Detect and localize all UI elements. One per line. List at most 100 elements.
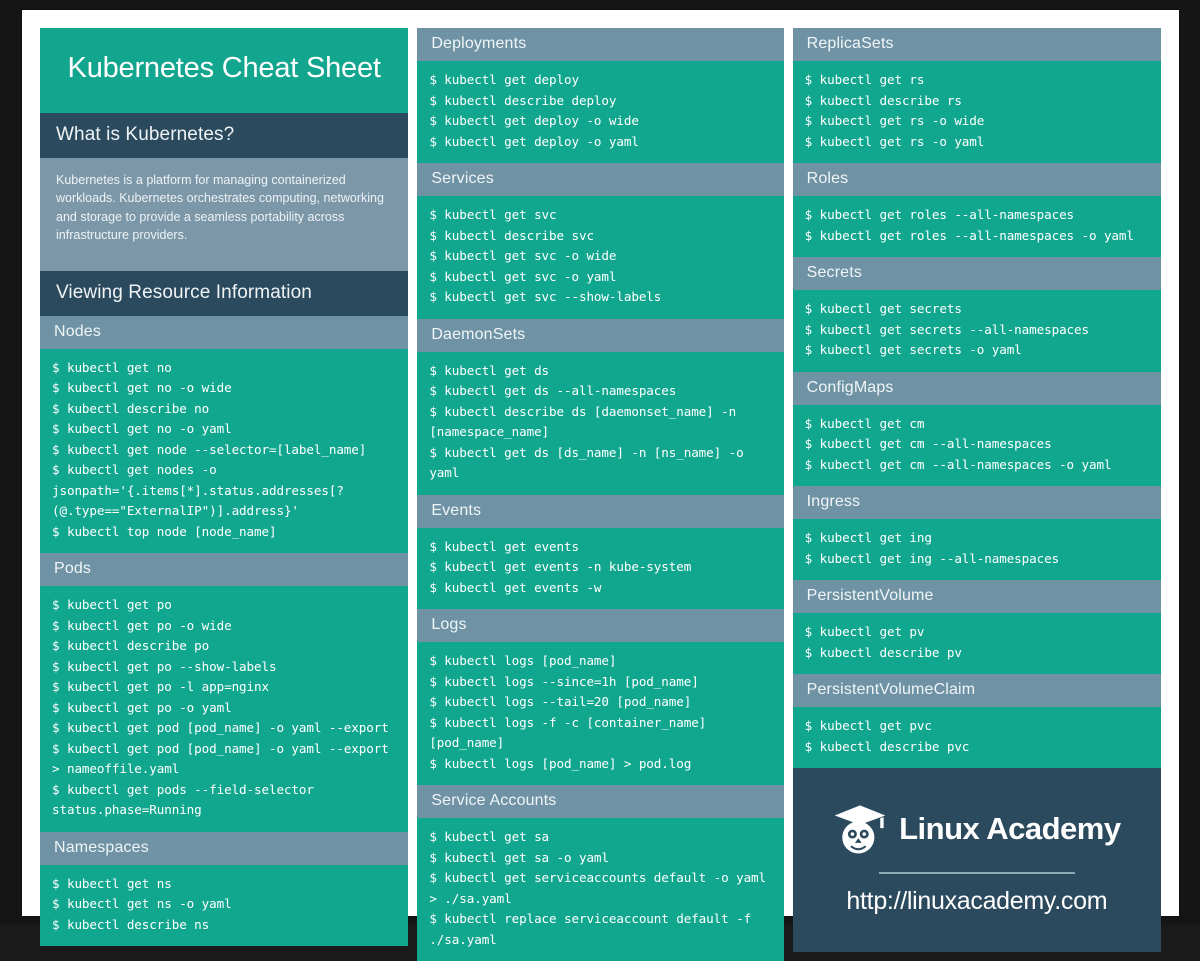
command-line[interactable]: $ kubectl logs [pod_name] > pod.log — [429, 754, 771, 775]
command-line[interactable]: $ kubectl logs -f -c [container_name] [p… — [429, 713, 771, 754]
command-line[interactable]: $ kubectl get deploy -o yaml — [429, 132, 771, 153]
website-url[interactable]: http://linuxacademy.com — [846, 887, 1107, 916]
command-line[interactable]: $ kubectl get secrets --all-namespaces — [805, 320, 1149, 341]
command-line[interactable]: $ kubectl describe po — [52, 636, 396, 657]
command-line[interactable]: $ kubectl get roles --all-namespaces -o … — [805, 226, 1149, 247]
command-line[interactable]: $ kubectl logs [pod_name] — [429, 651, 771, 672]
command-line[interactable]: $ kubectl get cm — [805, 414, 1149, 435]
command-line[interactable]: $ kubectl get secrets -o yaml — [805, 340, 1149, 361]
section-service-accounts: Service Accounts $ kubectl get sa $ kube… — [417, 785, 783, 961]
section-ingress: Ingress $ kubectl get ing $ kubectl get … — [793, 486, 1161, 580]
section-header: Roles — [793, 163, 1161, 196]
command-line[interactable]: $ kubectl get po --show-labels — [52, 657, 396, 678]
command-line[interactable]: $ kubectl get pod [pod_name] -o yaml --e… — [52, 718, 396, 739]
command-line[interactable]: $ kubectl describe pvc — [805, 737, 1149, 758]
section-configmaps: ConfigMaps $ kubectl get cm $ kubectl ge… — [793, 372, 1161, 487]
command-line[interactable]: $ kubectl get cm --all-namespaces -o yam… — [805, 455, 1149, 476]
command-line[interactable]: $ kubectl get pods --field-selector stat… — [52, 780, 396, 821]
command-line[interactable]: $ kubectl describe svc — [429, 226, 771, 247]
command-line[interactable]: $ kubectl describe rs — [805, 91, 1149, 112]
command-line[interactable]: $ kubectl get po -o wide — [52, 616, 396, 637]
command-line[interactable]: $ kubectl get serviceaccounts default -o… — [429, 868, 771, 909]
command-block: $ kubectl get roles --all-namespaces $ k… — [793, 196, 1161, 257]
command-line[interactable]: $ kubectl describe no — [52, 399, 396, 420]
command-line[interactable]: $ kubectl get po -l app=nginx — [52, 677, 396, 698]
command-line[interactable]: $ kubectl describe deploy — [429, 91, 771, 112]
section-roles: Roles $ kubectl get roles --all-namespac… — [793, 163, 1161, 257]
command-line[interactable]: $ kubectl top node [node_name] — [52, 522, 396, 543]
command-line[interactable]: $ kubectl get deploy — [429, 70, 771, 91]
command-line[interactable]: $ kubectl get no -o yaml — [52, 419, 396, 440]
command-line[interactable]: $ kubectl describe pv — [805, 643, 1149, 664]
command-line[interactable]: $ kubectl logs --since=1h [pod_name] — [429, 672, 771, 693]
command-line[interactable]: $ kubectl get nodes -o jsonpath='{.items… — [52, 460, 396, 522]
middle-column: Deployments $ kubectl get deploy $ kubec… — [417, 28, 783, 904]
command-line[interactable]: $ kubectl get pv — [805, 622, 1149, 643]
command-line[interactable]: $ kubectl get ns — [52, 874, 396, 895]
command-block: $ kubectl get no $ kubectl get no -o wid… — [40, 349, 408, 554]
command-line[interactable]: $ kubectl get ds --all-namespaces — [429, 381, 771, 402]
command-line[interactable]: $ kubectl get po — [52, 595, 396, 616]
command-line[interactable]: $ kubectl get ing — [805, 528, 1149, 549]
command-line[interactable]: $ kubectl get secrets — [805, 299, 1149, 320]
section-events: Events $ kubectl get events $ kubectl ge… — [417, 495, 783, 610]
section-header: Ingress — [793, 486, 1161, 519]
command-line[interactable]: $ kubectl get node --selector=[label_nam… — [52, 440, 396, 461]
command-line[interactable]: $ kubectl get svc --show-labels — [429, 287, 771, 308]
command-line[interactable]: $ kubectl get sa — [429, 827, 771, 848]
command-line[interactable]: $ kubectl get pod [pod_name] -o yaml --e… — [52, 739, 396, 780]
command-line[interactable]: $ kubectl get deploy -o wide — [429, 111, 771, 132]
command-line[interactable]: $ kubectl get ds — [429, 361, 771, 382]
command-line[interactable]: $ kubectl get rs — [805, 70, 1149, 91]
command-line[interactable]: $ kubectl describe ns — [52, 915, 396, 936]
command-block: $ kubectl get secrets $ kubectl get secr… — [793, 290, 1161, 372]
command-line[interactable]: $ kubectl get roles --all-namespaces — [805, 205, 1149, 226]
command-line[interactable]: $ kubectl replace serviceaccount default… — [429, 909, 771, 950]
section-header: ReplicaSets — [793, 28, 1161, 61]
section-services: Services $ kubectl get svc $ kubectl des… — [417, 163, 783, 319]
section-header: Events — [417, 495, 783, 528]
section-header: Logs — [417, 609, 783, 642]
section-header: PersistentVolumeClaim — [793, 674, 1161, 707]
section-header: Pods — [40, 553, 408, 586]
command-block: $ kubectl get ds $ kubectl get ds --all-… — [417, 352, 783, 495]
intro-heading: What is Kubernetes? — [40, 113, 408, 158]
command-line[interactable]: $ kubectl get ds [ds_name] -n [ns_name] … — [429, 443, 771, 484]
command-line[interactable]: $ kubectl describe ds [daemonset_name] -… — [429, 402, 771, 443]
outer-frame: Kubernetes Cheat Sheet What is Kubernete… — [0, 0, 1200, 924]
command-line[interactable]: $ kubectl get no -o wide — [52, 378, 396, 399]
command-line[interactable]: $ kubectl get events -n kube-system — [429, 557, 771, 578]
section-header: DaemonSets — [417, 319, 783, 352]
command-line[interactable]: $ kubectl get events -w — [429, 578, 771, 599]
command-line[interactable]: $ kubectl get ing --all-namespaces — [805, 549, 1149, 570]
command-line[interactable]: $ kubectl get svc — [429, 205, 771, 226]
footer-branding: Linux Academy http://linuxacademy.com — [793, 768, 1161, 952]
command-block: $ kubectl logs [pod_name] $ kubectl logs… — [417, 642, 783, 785]
command-line[interactable]: $ kubectl get cm --all-namespaces — [805, 434, 1149, 455]
command-block: $ kubectl get svc $ kubectl describe svc… — [417, 196, 783, 319]
command-block: $ kubectl get pv $ kubectl describe pv — [793, 613, 1161, 674]
command-line[interactable]: $ kubectl get rs -o wide — [805, 111, 1149, 132]
section-header: Namespaces — [40, 832, 408, 865]
cheat-sheet-page: Kubernetes Cheat Sheet What is Kubernete… — [22, 10, 1179, 916]
command-line[interactable]: $ kubectl logs --tail=20 [pod_name] — [429, 692, 771, 713]
command-line[interactable]: $ kubectl get events — [429, 537, 771, 558]
section-header: Nodes — [40, 316, 408, 349]
columns-container: Kubernetes Cheat Sheet What is Kubernete… — [40, 28, 1161, 904]
command-block: $ kubectl get pvc $ kubectl describe pvc — [793, 707, 1161, 768]
command-line[interactable]: $ kubectl get rs -o yaml — [805, 132, 1149, 153]
command-line[interactable]: $ kubectl get svc -o wide — [429, 246, 771, 267]
command-line[interactable]: $ kubectl get svc -o yaml — [429, 267, 771, 288]
command-line[interactable]: $ kubectl get no — [52, 358, 396, 379]
command-line[interactable]: $ kubectl get pvc — [805, 716, 1149, 737]
section-header: Secrets — [793, 257, 1161, 290]
command-line[interactable]: $ kubectl get ns -o yaml — [52, 894, 396, 915]
page-title: Kubernetes Cheat Sheet — [40, 28, 408, 113]
command-line[interactable]: $ kubectl get po -o yaml — [52, 698, 396, 719]
section-logs: Logs $ kubectl logs [pod_name] $ kubectl… — [417, 609, 783, 785]
intro-paragraph: Kubernetes is a platform for managing co… — [40, 158, 408, 271]
right-column: ReplicaSets $ kubectl get rs $ kubectl d… — [793, 28, 1161, 904]
command-block: $ kubectl get deploy $ kubectl describe … — [417, 61, 783, 163]
command-line[interactable]: $ kubectl get sa -o yaml — [429, 848, 771, 869]
command-block: $ kubectl get rs $ kubectl describe rs $… — [793, 61, 1161, 163]
